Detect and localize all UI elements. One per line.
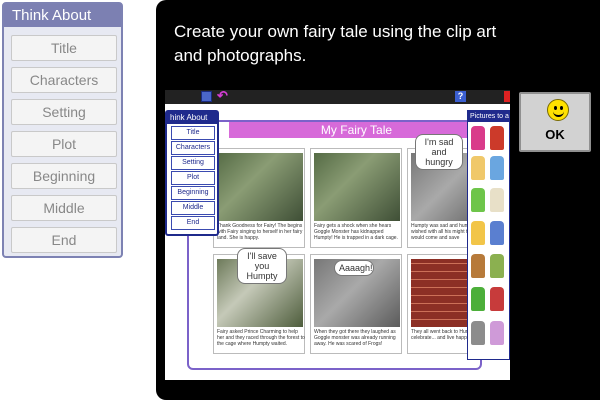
ok-button[interactable]: OK <box>519 92 591 152</box>
title-button[interactable]: Title <box>11 35 117 61</box>
story-caption: Thank Goodness for Fairy! The begins wit… <box>217 223 303 241</box>
embedded-beginning-button: Beginning <box>171 186 215 200</box>
help-icon: ? <box>455 91 466 102</box>
pictures-title: Pictures to a <box>468 111 509 122</box>
story-caption: When they got there they laughed as Gogg… <box>314 329 396 347</box>
speech-bubble: I'll save you Humpty <box>237 248 287 284</box>
story-caption: Fairy gets a shock when she hears Goggle… <box>314 223 398 241</box>
wolf-clipart <box>471 321 485 345</box>
end-button[interactable]: End <box>11 227 117 253</box>
story-picture <box>314 153 400 221</box>
undo-icon: ↶ <box>217 90 228 103</box>
think-about-title: Think About <box>4 4 121 27</box>
embedded-toolbar: ↶ ? <box>165 90 510 104</box>
monster-clipart <box>471 188 485 212</box>
setting-button[interactable]: Setting <box>11 99 117 125</box>
embedded-plot-button: Plot <box>171 171 215 185</box>
embedded-characters-button: Characters <box>171 141 215 155</box>
embedded-title-button: Title <box>171 126 215 140</box>
characters-button[interactable]: Characters <box>11 67 117 93</box>
fairy-clipart <box>490 156 504 180</box>
speech-bubble: Aaaagh! <box>334 260 374 276</box>
prince-clipart <box>471 156 485 180</box>
beginning-button[interactable]: Beginning <box>11 163 117 189</box>
middle-button[interactable]: Middle <box>11 195 117 221</box>
red-riding-hood-clipart <box>490 126 504 150</box>
story-cell: Fairy gets a shock when she hears Goggle… <box>310 148 402 248</box>
embedded-think-about-menu: hink About Title Characters Setting Plot… <box>165 110 219 236</box>
queen-clipart <box>490 321 504 345</box>
story-caption: Fairy asked Prince Charming to help her … <box>217 329 305 347</box>
think-about-panel: Think About Title Characters Setting Plo… <box>2 2 123 258</box>
embedded-middle-button: Middle <box>171 201 215 215</box>
humpty-clipart <box>490 188 504 212</box>
stage: Think About Title Characters Setting Plo… <box>0 0 600 400</box>
embedded-menu-title: hink About <box>167 112 217 124</box>
close-icon <box>504 91 510 102</box>
boy-clipart <box>490 221 504 245</box>
story-cell: Thank Goodness for Fairy! The begins wit… <box>213 148 305 248</box>
girl-clipart <box>471 221 485 245</box>
pictures-panel: Pictures to a <box>467 110 510 360</box>
ok-label: OK <box>545 127 565 142</box>
embedded-setting-button: Setting <box>171 156 215 170</box>
frog-clipart <box>471 287 485 311</box>
peter-pan-clipart <box>471 254 485 278</box>
elf-clipart <box>490 254 504 278</box>
smiley-icon <box>547 99 569 121</box>
save-icon <box>201 91 212 102</box>
fairy-tale-book: My Fairy Tale Thank Goodness for Fairy! … <box>187 120 499 370</box>
example-screenshot: ↶ ? My Fairy Tale Thank Goodness for Fai… <box>165 90 510 380</box>
embedded-end-button: End <box>171 216 215 230</box>
plot-button[interactable]: Plot <box>11 131 117 157</box>
red-hood-clipart <box>490 287 504 311</box>
princess-clipart <box>471 126 485 150</box>
instruction-text: Create your own fairy tale using the cli… <box>174 22 497 65</box>
story-picture <box>217 153 303 221</box>
speech-bubble: I'm sad and hungry <box>415 134 463 170</box>
